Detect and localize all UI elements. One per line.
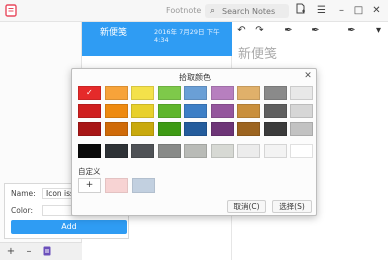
- menu-icon[interactable]: ☰: [314, 3, 329, 18]
- color-swatch[interactable]: [210, 122, 234, 136]
- gray-swatch[interactable]: [184, 144, 207, 158]
- close-icon[interactable]: ✕: [302, 70, 314, 82]
- custom-colors-label: 自定义: [78, 167, 101, 176]
- gray-swatch[interactable]: [78, 144, 101, 158]
- highlight-icon[interactable]: ✒: [282, 24, 295, 37]
- color-swatch[interactable]: [104, 86, 128, 100]
- color-swatch[interactable]: [210, 86, 234, 100]
- color-swatch[interactable]: [237, 122, 260, 136]
- note-editor-title[interactable]: 新便笺: [238, 43, 277, 62]
- chevron-down-icon[interactable]: ▾: [372, 24, 385, 37]
- custom-color-swatch[interactable]: [131, 178, 155, 193]
- search-box[interactable]: ⌕: [205, 4, 289, 18]
- cancel-button[interactable]: 取消(C): [227, 200, 266, 213]
- search-input[interactable]: [222, 5, 286, 17]
- color-swatch[interactable]: [290, 86, 313, 100]
- app-logo-icon: [5, 4, 17, 17]
- color-swatch[interactable]: [237, 104, 260, 118]
- search-icon: ⌕: [210, 6, 216, 16]
- color-swatch[interactable]: [78, 122, 101, 136]
- color-swatch[interactable]: [290, 122, 313, 136]
- color-swatch[interactable]: [290, 104, 313, 118]
- redo-icon[interactable]: ↷: [253, 24, 266, 37]
- gray-swatch[interactable]: [131, 144, 154, 158]
- color-swatch[interactable]: [157, 122, 181, 136]
- note-date: 2016年 7月29日 下午 4:34: [154, 28, 220, 44]
- color-swatch[interactable]: [184, 86, 207, 100]
- editor-toolbar: ↶ ↷ ✒ ✒ ✒ ▾: [232, 22, 388, 40]
- gray-swatch[interactable]: [290, 144, 313, 158]
- add-tag-button[interactable]: Add: [11, 220, 127, 234]
- color-swatch[interactable]: [131, 86, 154, 100]
- gray-swatch[interactable]: [210, 144, 234, 158]
- color-picker-dialog: 拾取颜色 ✕ 自定义 + 取消(C) 选择(S): [71, 68, 317, 216]
- close-icon[interactable]: ✕: [369, 3, 384, 18]
- gray-swatch[interactable]: [263, 144, 287, 158]
- add-custom-color-button[interactable]: +: [78, 178, 101, 193]
- color-swatch[interactable]: [104, 122, 128, 136]
- bottom-toolbar: + –: [0, 242, 82, 260]
- clear-format-icon[interactable]: ✒: [345, 24, 358, 37]
- tag-color-label: Color:: [11, 206, 33, 215]
- tag-icon[interactable]: [41, 246, 53, 258]
- color-swatch[interactable]: [131, 122, 154, 136]
- select-button[interactable]: 选择(S): [272, 200, 312, 213]
- tag-name-label: Name:: [11, 189, 36, 198]
- gray-swatch[interactable]: [237, 144, 260, 158]
- color-swatch[interactable]: [157, 104, 181, 118]
- color-swatch[interactable]: [78, 104, 101, 118]
- color-swatch[interactable]: [263, 104, 287, 118]
- undo-icon[interactable]: ↶: [235, 24, 248, 37]
- new-note-icon[interactable]: [293, 3, 308, 18]
- strikethrough-icon[interactable]: ✒: [309, 24, 322, 37]
- color-swatch[interactable]: [184, 104, 207, 118]
- color-swatch[interactable]: [263, 122, 287, 136]
- app-title: Footnote: [166, 6, 202, 15]
- remove-icon[interactable]: –: [23, 246, 35, 258]
- title-bar: Footnote ⌕ ☰ – □ ✕: [0, 0, 388, 22]
- color-swatch[interactable]: [131, 104, 154, 118]
- color-swatch[interactable]: [157, 86, 181, 100]
- custom-color-swatch[interactable]: [105, 178, 128, 193]
- color-swatch[interactable]: [78, 86, 101, 100]
- color-swatch[interactable]: [184, 122, 207, 136]
- color-swatch[interactable]: [237, 86, 260, 100]
- minimize-icon[interactable]: –: [334, 3, 349, 18]
- note-title: 新便笺: [100, 28, 128, 38]
- color-swatch[interactable]: [104, 104, 128, 118]
- add-icon[interactable]: +: [5, 246, 17, 258]
- note-list-item[interactable]: 新便笺 2016年 7月29日 下午 4:34: [82, 22, 232, 56]
- picker-title: 拾取颜色: [179, 73, 211, 82]
- color-swatch[interactable]: [263, 86, 287, 100]
- maximize-icon[interactable]: □: [351, 3, 366, 18]
- gray-swatch[interactable]: [104, 144, 128, 158]
- gray-swatch[interactable]: [157, 144, 181, 158]
- color-swatch[interactable]: [210, 104, 234, 118]
